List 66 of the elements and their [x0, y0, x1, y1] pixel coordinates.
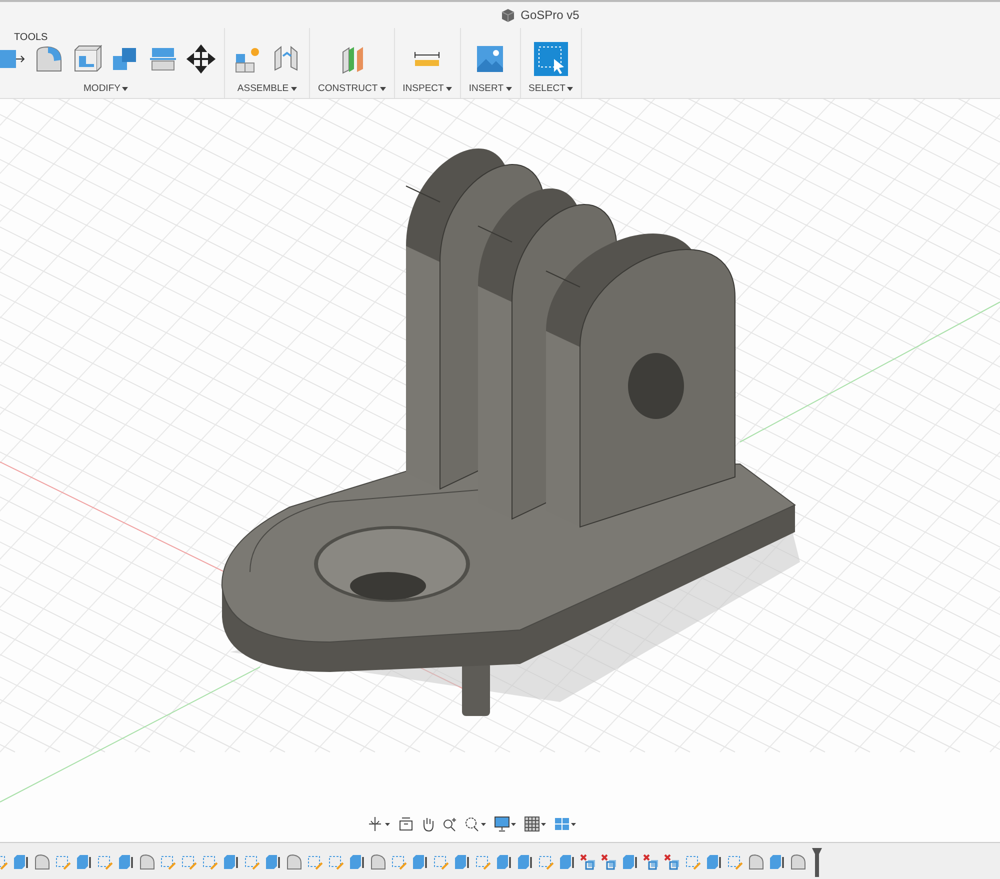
joint-icon[interactable]	[580, 854, 596, 870]
display-icon[interactable]	[494, 816, 518, 832]
extrude-icon[interactable]	[769, 854, 785, 870]
sketch-icon[interactable]	[685, 854, 701, 870]
group-menu[interactable]: ASSEMBLE	[237, 83, 297, 94]
extrude-icon[interactable]	[265, 854, 281, 870]
box-icon	[500, 8, 515, 22]
group-menu[interactable]: INSERT	[468, 83, 512, 94]
sketch-icon[interactable]	[181, 854, 197, 870]
group-menu[interactable]: INSPECT	[402, 83, 452, 94]
sketch-icon[interactable]	[538, 854, 554, 870]
orbit-icon[interactable]	[368, 816, 392, 832]
sketch-icon[interactable]	[475, 854, 491, 870]
extrude-icon[interactable]	[454, 854, 470, 870]
caret-icon	[446, 86, 452, 90]
joint-icon[interactable]	[601, 854, 617, 870]
sketch-icon[interactable]	[328, 854, 344, 870]
joint-icon[interactable]	[664, 854, 680, 870]
viewports-icon[interactable]	[554, 816, 578, 832]
extrude-icon[interactable]	[622, 854, 638, 870]
zoom-icon[interactable]	[442, 816, 458, 832]
extrude-icon[interactable]	[517, 854, 533, 870]
sketch-icon[interactable]	[55, 854, 71, 870]
fillet-icon[interactable]	[370, 854, 386, 870]
grid-icon[interactable]	[524, 816, 548, 832]
sketch-icon[interactable]	[433, 854, 449, 870]
extrude-icon[interactable]	[559, 854, 575, 870]
caret-icon	[380, 86, 386, 90]
extrude-icon[interactable]	[223, 854, 239, 870]
sketch-icon[interactable]	[244, 854, 260, 870]
fillet-icon[interactable]	[790, 854, 806, 870]
extrude-icon[interactable]	[496, 854, 512, 870]
caret-icon	[290, 86, 297, 90]
extrude-icon[interactable]	[13, 854, 29, 870]
group-menu[interactable]: SELECT	[528, 83, 574, 94]
sketch-icon[interactable]	[727, 854, 743, 870]
joint-icon[interactable]	[643, 854, 659, 870]
select-icon[interactable]	[534, 42, 568, 76]
extrude-icon[interactable]	[706, 854, 722, 870]
sketch-icon[interactable]	[202, 854, 218, 870]
extrude-icon[interactable]	[118, 854, 134, 870]
group-menu[interactable]: CONSTRUCT	[318, 83, 386, 94]
extrude-icon[interactable]	[349, 854, 365, 870]
caret-icon	[506, 86, 512, 90]
shell-icon[interactable]	[72, 44, 102, 74]
window-title: GoSPro v5	[520, 8, 580, 22]
fillet-icon[interactable]	[34, 854, 50, 870]
tab-label: TOOLS	[14, 32, 48, 43]
sketch-icon[interactable]	[97, 854, 113, 870]
group-menu[interactable]: MODIFY	[84, 83, 128, 94]
zoom-window-icon[interactable]	[464, 816, 488, 832]
fillet-icon[interactable]	[748, 854, 764, 870]
extrude-icon[interactable]	[412, 854, 428, 870]
move-icon[interactable]	[186, 44, 216, 74]
sketch-icon[interactable]	[307, 854, 323, 870]
fillet-icon[interactable]	[286, 854, 302, 870]
look-at-icon[interactable]	[398, 816, 414, 832]
caret-icon	[122, 86, 128, 90]
sketch-icon[interactable]	[160, 854, 176, 870]
extrude-icon[interactable]	[76, 854, 92, 870]
fillet-icon[interactable]	[139, 854, 155, 870]
image-icon[interactable]	[475, 44, 506, 74]
sketch-icon[interactable]	[391, 854, 407, 870]
caret-icon	[567, 86, 574, 90]
fillet-icon[interactable]	[34, 44, 64, 74]
timeline-marker[interactable]	[811, 846, 823, 876]
